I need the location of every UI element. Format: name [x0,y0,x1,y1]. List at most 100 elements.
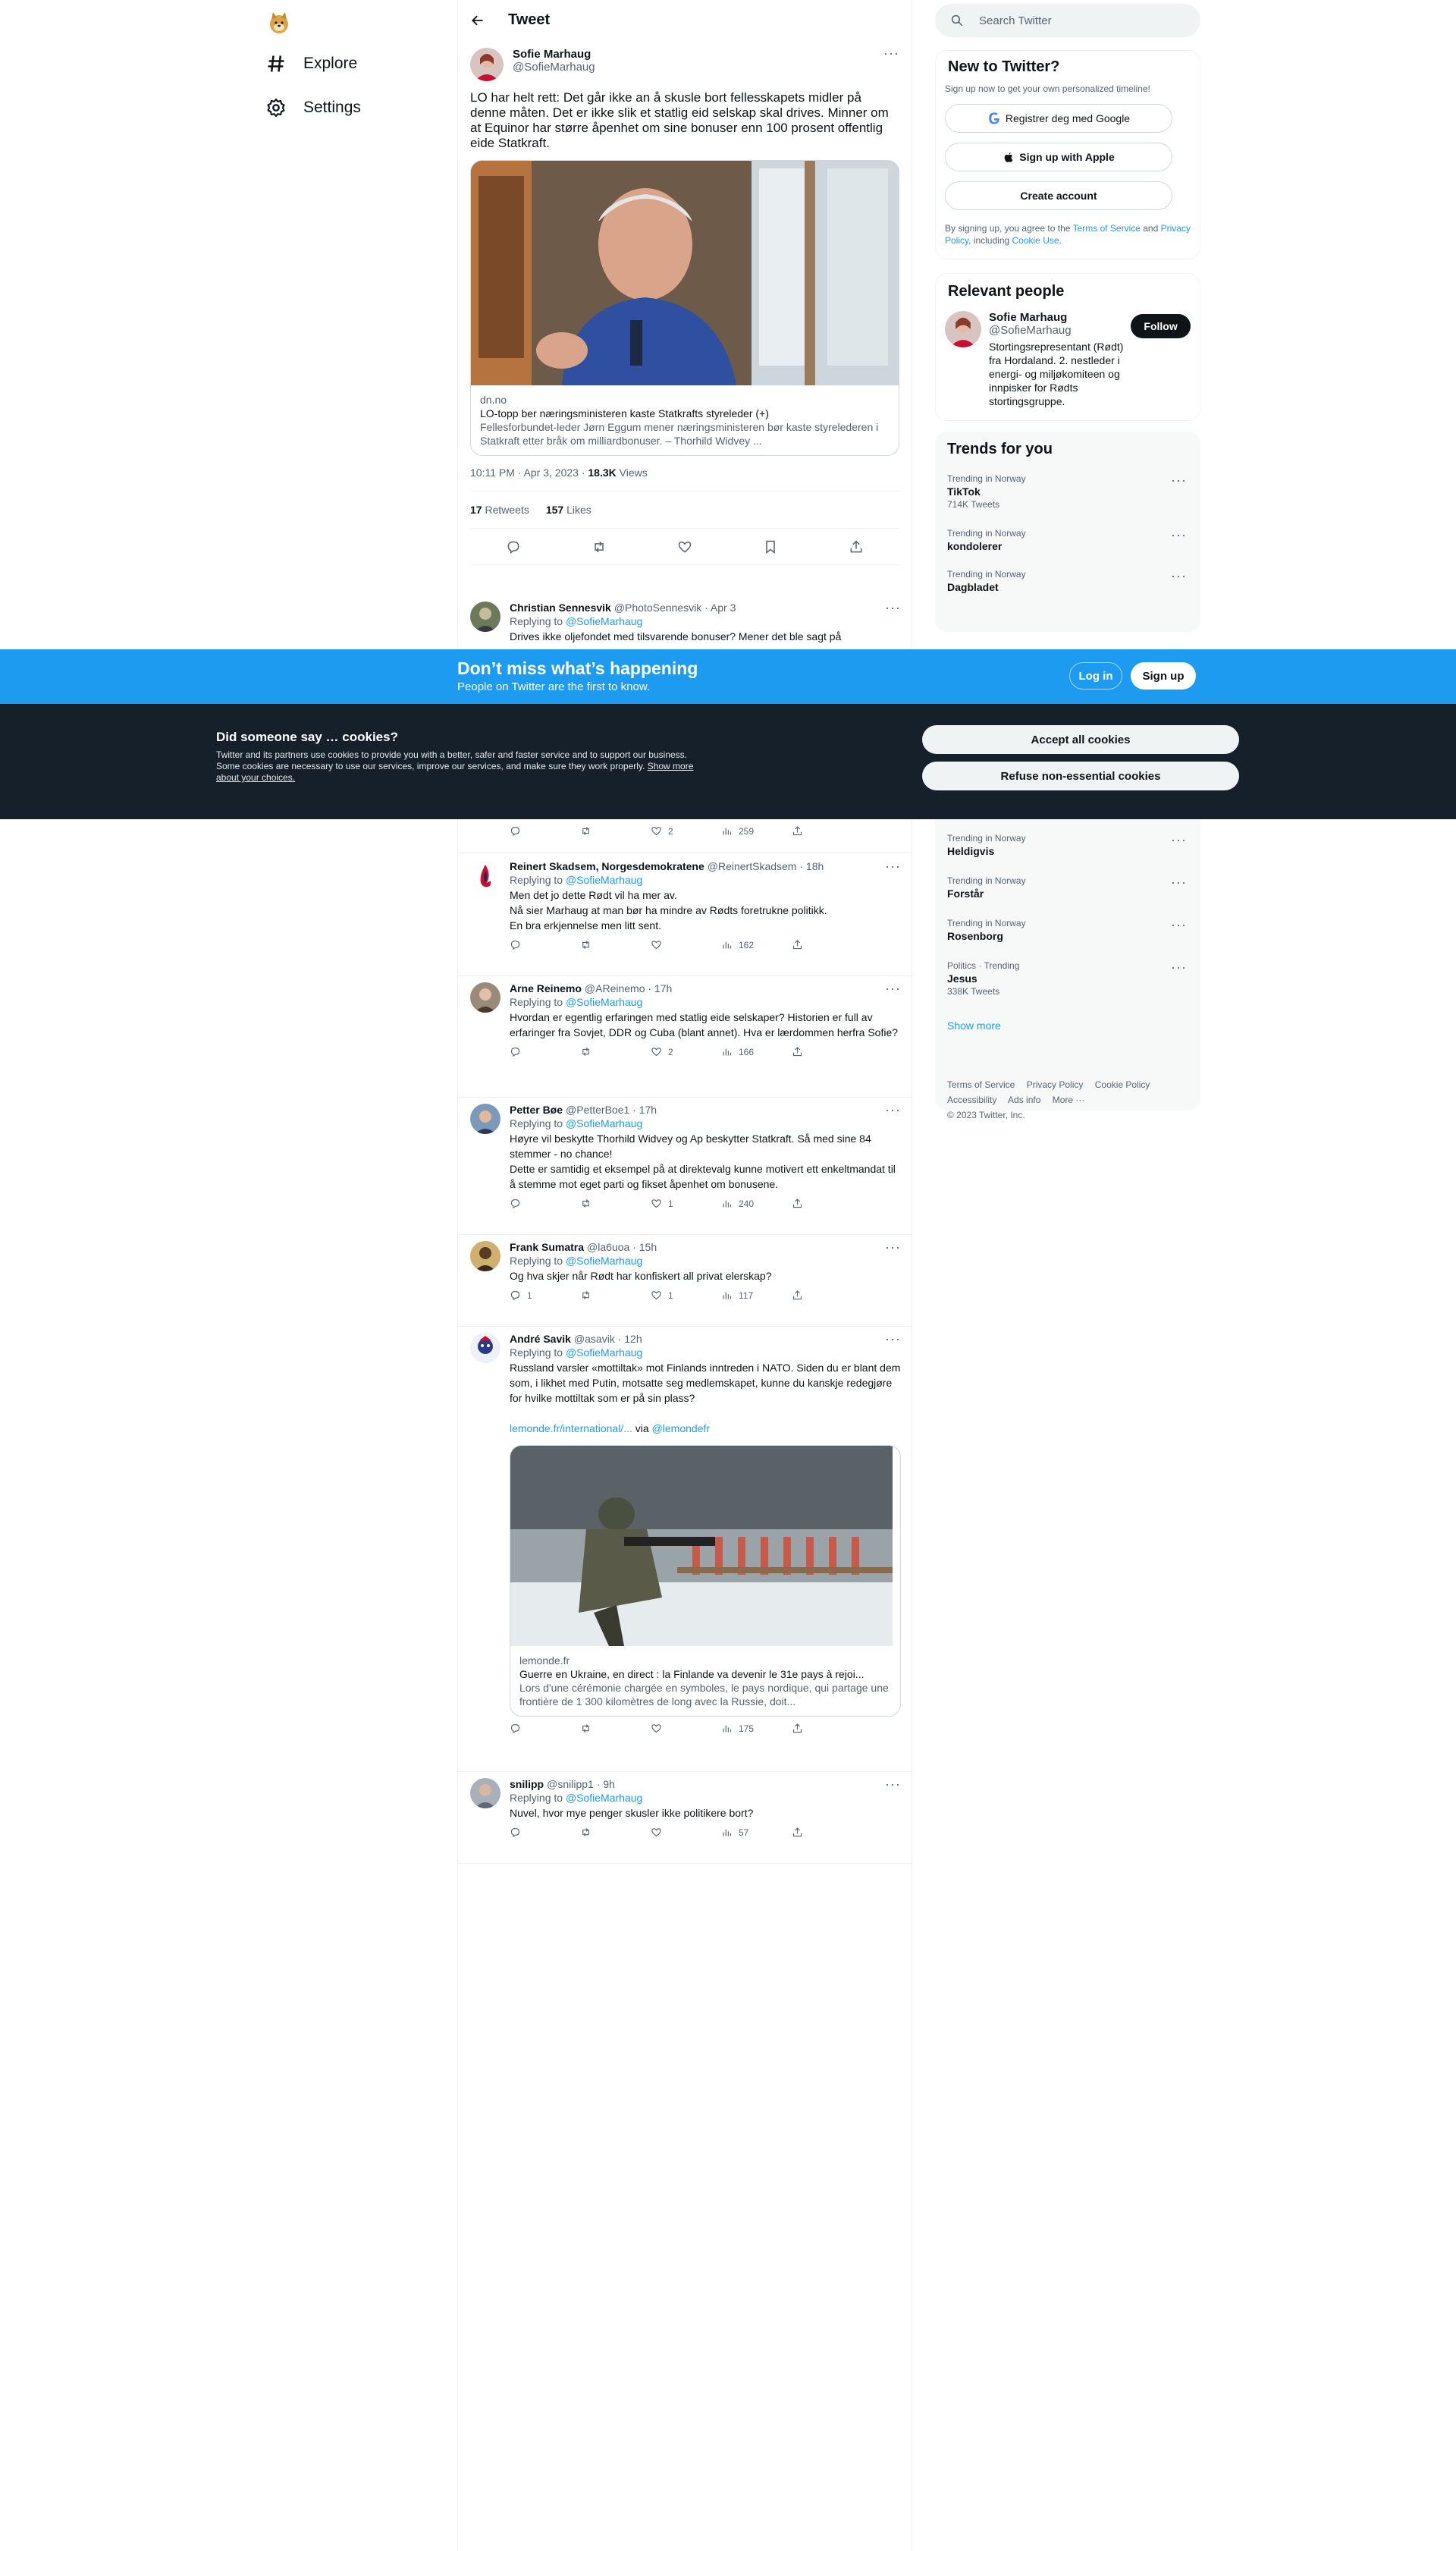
reply-author-handle[interactable]: @PetterBoe1 · 17h [566,1104,657,1116]
mention-link[interactable]: @SofieMarhaug [566,874,642,886]
footer-accessibility-link[interactable]: Accessibility [947,1095,996,1105]
footer-cookie-link[interactable]: Cookie Policy [1095,1079,1150,1090]
reply-author-handle[interactable]: @asavik · 12h [574,1333,642,1345]
reply-author-handle[interactable]: @la6uoa · 15h [587,1241,657,1253]
reply-button[interactable] [510,939,580,950]
reply-author-handle[interactable]: @PhotoSennesvik · Apr 3 [614,602,736,614]
relevant-person[interactable]: Sofie Marhaug @SofieMarhaug Stortingsrep… [945,311,1191,408]
more-options-icon[interactable]: ··· [1171,473,1187,487]
more-options-icon[interactable]: ··· [885,859,901,873]
reply-icon[interactable] [506,539,521,554]
reply-tweet[interactable]: Arne Reinemo @AReinemo · 17h ··· Replying … [458,976,913,1098]
retweet-button[interactable] [580,1046,651,1057]
avatar[interactable] [470,602,500,632]
more-options-icon[interactable]: ··· [1171,960,1187,974]
reply-tweet[interactable]: snilipp @snilipp1 · 9h ··· Replying to @So… [458,1772,913,1864]
like-button[interactable] [651,1827,721,1838]
more-options-icon[interactable]: ··· [885,1240,901,1254]
retweet-button[interactable] [580,825,651,837]
share-button[interactable] [792,825,862,837]
author-name[interactable]: Sofie Marhaug [513,48,595,61]
avatar[interactable] [470,982,500,1013]
trend-item[interactable]: Trending in Norway Forstår ··· [935,875,1200,900]
retweet-button[interactable] [580,1290,651,1301]
reply-author-name[interactable]: Frank Sumatra [510,1241,584,1253]
create-account-button[interactable]: Create account [945,181,1172,210]
bookmark-icon[interactable] [763,539,778,554]
avatar[interactable] [945,311,981,347]
trend-item[interactable]: Trending in Norway kondolerer ··· [935,528,1200,552]
reply-tweet[interactable]: Reinert Skadsem, Norgesdemokratene @Reine… [458,854,913,976]
like-button[interactable]: 2 [651,1046,721,1057]
author-handle[interactable]: @SofieMarhaug [513,61,595,74]
like-button[interactable] [651,939,721,950]
views-button[interactable]: 117 [721,1290,792,1301]
reply-button[interactable] [510,1723,580,1734]
views-button[interactable]: 166 [721,1046,792,1057]
reply-button[interactable] [510,1198,580,1209]
follow-button[interactable]: Follow [1131,314,1191,338]
refuse-cookies-button[interactable]: Refuse non-essential cookies [922,762,1239,790]
views-button[interactable]: 162 [721,939,792,950]
doge-logo-icon[interactable] [265,9,293,36]
like-button[interactable]: 1 [651,1198,721,1209]
retweet-button[interactable] [580,1827,651,1838]
avatar[interactable] [470,48,504,81]
more-options-icon[interactable]: ··· [885,1332,901,1346]
person-handle[interactable]: @SofieMarhaug [989,324,1131,337]
retweets-stat[interactable]: 17 Retweets [470,504,529,516]
more-options-icon[interactable]: ··· [883,46,899,60]
more-options-icon[interactable]: ··· [885,1777,901,1791]
like-button[interactable]: 1 [651,1290,721,1301]
more-options-icon[interactable]: ··· [1171,918,1187,931]
reply-author-name[interactable]: Petter Bøe [510,1104,563,1116]
google-signup-button[interactable]: Registrer deg med Google [945,104,1172,133]
nav-settings[interactable]: Settings [265,97,361,118]
retweet-button[interactable] [580,1723,651,1734]
footer-terms-link[interactable]: Terms of Service [947,1079,1015,1090]
mention-link[interactable]: @SofieMarhaug [566,615,642,627]
trend-item[interactable]: Trending in Norway Rosenborg ··· [935,918,1200,942]
show-more-link[interactable]: Show more [947,1019,1200,1032]
trend-item[interactable]: Trending in Norway Heldigvis ··· [935,833,1200,857]
trend-item[interactable]: Trending in Norway Dagbladet ··· [935,569,1200,593]
more-options-icon[interactable]: ··· [1171,875,1187,889]
like-button[interactable]: 2 [651,825,721,837]
mention-link[interactable]: @SofieMarhaug [566,1117,642,1129]
avatar[interactable] [470,1778,500,1808]
timestamp-text[interactable]: 10:11 PM · Apr 3, 2023 · [470,467,588,479]
reply-author-name[interactable]: Arne Reinemo [510,982,582,994]
avatar[interactable] [470,1241,500,1271]
reply-button[interactable] [510,1046,580,1057]
trend-item[interactable]: Trending in Norway TikTok 714K Tweets ··… [935,473,1200,510]
back-arrow-icon[interactable] [470,13,485,28]
reply-button[interactable] [510,825,580,837]
cookie-use-link[interactable]: Cookie Use [1012,235,1059,246]
share-icon[interactable] [849,539,864,554]
search-input[interactable]: Search Twitter [979,14,1052,27]
retweet-icon[interactable] [592,539,607,554]
retweet-button[interactable] [580,939,651,950]
signup-button[interactable]: Sign up [1131,662,1196,690]
apple-signup-button[interactable]: Sign up with Apple [945,143,1172,171]
person-name[interactable]: Sofie Marhaug [989,311,1131,324]
more-options-icon[interactable]: ··· [885,601,901,614]
more-options-icon[interactable]: ··· [1171,833,1187,847]
reply-author-handle[interactable]: @AReinemo · 17h [585,982,672,994]
share-button[interactable] [792,1046,862,1057]
views-button[interactable]: 259 [721,825,792,837]
reply-author-name[interactable]: Christian Sennesvik [510,602,611,614]
avatar[interactable] [470,1104,500,1134]
share-button[interactable] [792,1198,862,1209]
trend-item[interactable]: Politics · Trending Jesus 338K Tweets ··… [935,960,1200,997]
external-link[interactable]: lemonde.fr/international/... [510,1422,632,1434]
reply-tweet[interactable]: Frank Sumatra @la6uoa · 15h ··· Replying t… [458,1235,913,1327]
share-button[interactable] [792,1723,862,1734]
retweet-button[interactable] [580,1198,651,1209]
reply-author-name[interactable]: snilipp [510,1778,544,1790]
accept-cookies-button[interactable]: Accept all cookies [922,725,1239,754]
link-card[interactable]: dn.no LO-topp ber næringsministeren kast… [470,160,899,456]
reply-tweet[interactable]: Petter Bøe @PetterBoe1 · 17h ··· Replying … [458,1098,913,1235]
avatar[interactable] [470,860,500,891]
likes-stat[interactable]: 157 Likes [546,504,592,516]
